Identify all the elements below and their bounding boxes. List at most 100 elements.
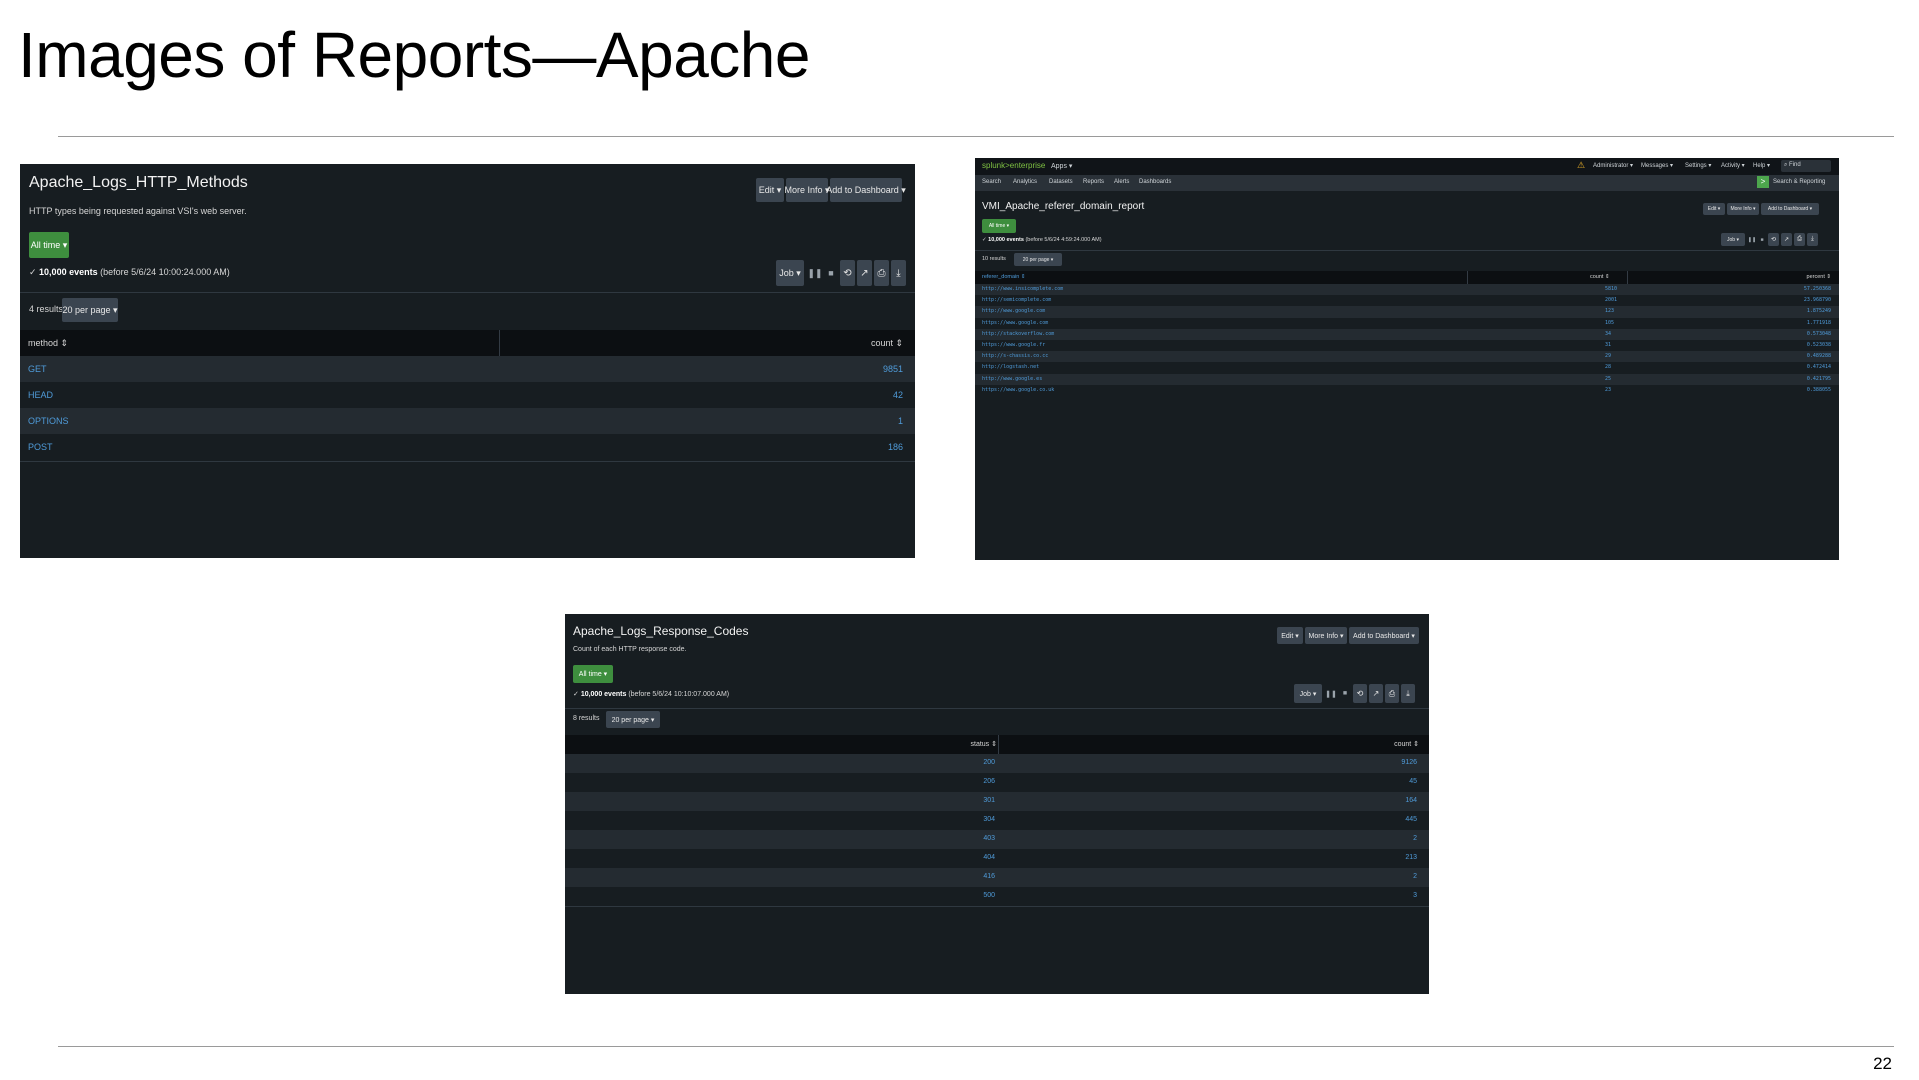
- download-icon[interactable]: ⤓: [1807, 233, 1818, 246]
- column-header-count[interactable]: count ⇕: [1394, 740, 1419, 748]
- cell-method[interactable]: OPTIONS: [28, 416, 69, 426]
- cell-referer-domain[interactable]: http://s-chassis.co.cc: [982, 353, 1048, 359]
- administrator-menu[interactable]: Administrator ▾: [1593, 162, 1633, 169]
- edit-button[interactable]: Edit ▾: [1703, 203, 1725, 215]
- add-to-dashboard-button[interactable]: Add to Dashboard ▾: [1349, 627, 1419, 644]
- cell-count[interactable]: 23: [1605, 387, 1611, 393]
- cell-percent[interactable]: 0.388055: [1807, 387, 1831, 393]
- share-icon[interactable]: ⟲: [840, 260, 855, 286]
- warning-icon[interactable]: ⚠: [1577, 160, 1585, 171]
- pause-icon[interactable]: ❚❚: [1747, 233, 1757, 246]
- cell-count[interactable]: 34: [1605, 331, 1611, 337]
- cell-count[interactable]: 2001: [1605, 297, 1617, 303]
- cell-count[interactable]: 105: [1605, 320, 1614, 326]
- column-header-count[interactable]: count ⇕: [871, 338, 903, 349]
- activity-menu[interactable]: Activity ▾: [1721, 162, 1745, 169]
- share-icon[interactable]: ⟲: [1768, 233, 1779, 246]
- add-to-dashboard-button[interactable]: Add to Dashboard ▾: [1761, 203, 1819, 215]
- cell-status[interactable]: 200: [983, 759, 995, 766]
- time-range-picker[interactable]: All time ▾: [29, 232, 69, 258]
- cell-count[interactable]: 164: [1405, 797, 1417, 804]
- download-icon[interactable]: ⤓: [891, 260, 906, 286]
- cell-status[interactable]: 304: [983, 816, 995, 823]
- help-menu[interactable]: Help ▾: [1753, 162, 1770, 169]
- cell-count[interactable]: 45: [1409, 778, 1417, 785]
- cell-percent[interactable]: 0.421795: [1807, 376, 1831, 382]
- add-to-dashboard-button[interactable]: Add to Dashboard ▾: [826, 178, 906, 202]
- print-icon[interactable]: ⎙: [874, 260, 889, 286]
- print-icon[interactable]: ⎙: [1385, 684, 1399, 703]
- messages-menu[interactable]: Messages ▾: [1641, 162, 1673, 169]
- cell-count[interactable]: 2: [1413, 835, 1417, 842]
- cell-referer-domain[interactable]: https://www.google.fr: [982, 342, 1045, 348]
- per-page-selector[interactable]: 20 per page ▾: [606, 711, 660, 728]
- export-icon[interactable]: ↗: [857, 260, 872, 286]
- cell-percent[interactable]: 1.771918: [1807, 320, 1831, 326]
- cell-status[interactable]: 416: [983, 873, 995, 880]
- cell-method[interactable]: POST: [28, 442, 53, 452]
- cell-count[interactable]: 9851: [883, 364, 903, 374]
- column-header-status[interactable]: status ⇕: [971, 740, 998, 748]
- cell-referer-domain[interactable]: https://www.google.com: [982, 320, 1048, 326]
- cell-count[interactable]: 9126: [1401, 759, 1417, 766]
- cell-count[interactable]: 123: [1605, 308, 1614, 314]
- print-icon[interactable]: ⎙: [1794, 233, 1805, 246]
- more-info-button[interactable]: More Info ▾: [1305, 627, 1347, 644]
- more-info-button[interactable]: More Info ▾: [784, 178, 830, 202]
- cell-count[interactable]: 42: [893, 390, 903, 400]
- app-name[interactable]: Search & Reporting: [1773, 179, 1825, 185]
- cell-count[interactable]: 213: [1405, 854, 1417, 861]
- cell-referer-domain[interactable]: https://www.google.co.uk: [982, 387, 1054, 393]
- job-menu-button[interactable]: Job ▾: [776, 260, 804, 286]
- column-header-referer-domain[interactable]: referer_domain ⇕: [982, 274, 1025, 280]
- cell-status[interactable]: 403: [983, 835, 995, 842]
- nav-reports[interactable]: Reports: [1083, 179, 1104, 185]
- download-icon[interactable]: ⤓: [1401, 684, 1415, 703]
- export-icon[interactable]: ↗: [1781, 233, 1792, 246]
- cell-referer-domain[interactable]: http://www.insicomplete.com: [982, 286, 1063, 292]
- cell-method[interactable]: HEAD: [28, 390, 53, 400]
- apps-menu[interactable]: Apps ▾: [1051, 162, 1072, 170]
- cell-percent[interactable]: 0.523038: [1807, 342, 1831, 348]
- more-info-button[interactable]: More Info ▾: [1727, 203, 1759, 215]
- cell-referer-domain[interactable]: http://stackoverflow.com: [982, 331, 1054, 337]
- nav-datasets[interactable]: Datasets: [1049, 179, 1073, 185]
- cell-percent[interactable]: 0.573048: [1807, 331, 1831, 337]
- nav-analytics[interactable]: Analytics: [1013, 179, 1037, 185]
- cell-percent[interactable]: 1.875249: [1807, 308, 1831, 314]
- cell-count[interactable]: 5810: [1605, 286, 1617, 292]
- per-page-selector[interactable]: 20 per page ▾: [62, 298, 118, 322]
- cell-percent[interactable]: 57.250368: [1804, 286, 1831, 292]
- cell-method[interactable]: GET: [28, 364, 47, 374]
- cell-referer-domain[interactable]: http://www.google.es: [982, 376, 1042, 382]
- cell-count[interactable]: 29: [1605, 353, 1611, 359]
- column-header-method[interactable]: method ⇕: [28, 338, 68, 349]
- column-header-count[interactable]: count ⇕: [1590, 274, 1610, 280]
- export-icon[interactable]: ↗: [1369, 684, 1383, 703]
- cell-count[interactable]: 445: [1405, 816, 1417, 823]
- cell-referer-domain[interactable]: http://logstash.net: [982, 364, 1039, 370]
- cell-count[interactable]: 25: [1605, 376, 1611, 382]
- nav-alerts[interactable]: Alerts: [1114, 179, 1129, 185]
- cell-status[interactable]: 206: [983, 778, 995, 785]
- pause-icon[interactable]: ❚❚: [807, 260, 822, 286]
- pause-icon[interactable]: ❚❚: [1325, 684, 1337, 703]
- stop-icon[interactable]: ■: [1339, 684, 1351, 703]
- find-box[interactable]: ⌕ Find: [1781, 160, 1831, 172]
- settings-menu[interactable]: Settings ▾: [1685, 162, 1711, 169]
- nav-dashboards[interactable]: Dashboards: [1139, 179, 1171, 185]
- time-range-picker[interactable]: All time ▾: [982, 219, 1016, 233]
- cell-status[interactable]: 301: [983, 797, 995, 804]
- edit-button[interactable]: Edit ▾: [756, 178, 784, 202]
- cell-status[interactable]: 404: [983, 854, 995, 861]
- cell-count[interactable]: 3: [1413, 892, 1417, 899]
- cell-count[interactable]: 28: [1605, 364, 1611, 370]
- column-header-percent[interactable]: percent ⇕: [1807, 274, 1831, 280]
- time-range-picker[interactable]: All time ▾: [573, 665, 613, 683]
- cell-percent[interactable]: 23.968790: [1804, 297, 1831, 303]
- share-icon[interactable]: ⟲: [1353, 684, 1367, 703]
- cell-referer-domain[interactable]: http://www.google.com: [982, 308, 1045, 314]
- job-menu-button[interactable]: Job ▾: [1294, 684, 1322, 703]
- cell-count[interactable]: 31: [1605, 342, 1611, 348]
- cell-count[interactable]: 1: [898, 416, 903, 426]
